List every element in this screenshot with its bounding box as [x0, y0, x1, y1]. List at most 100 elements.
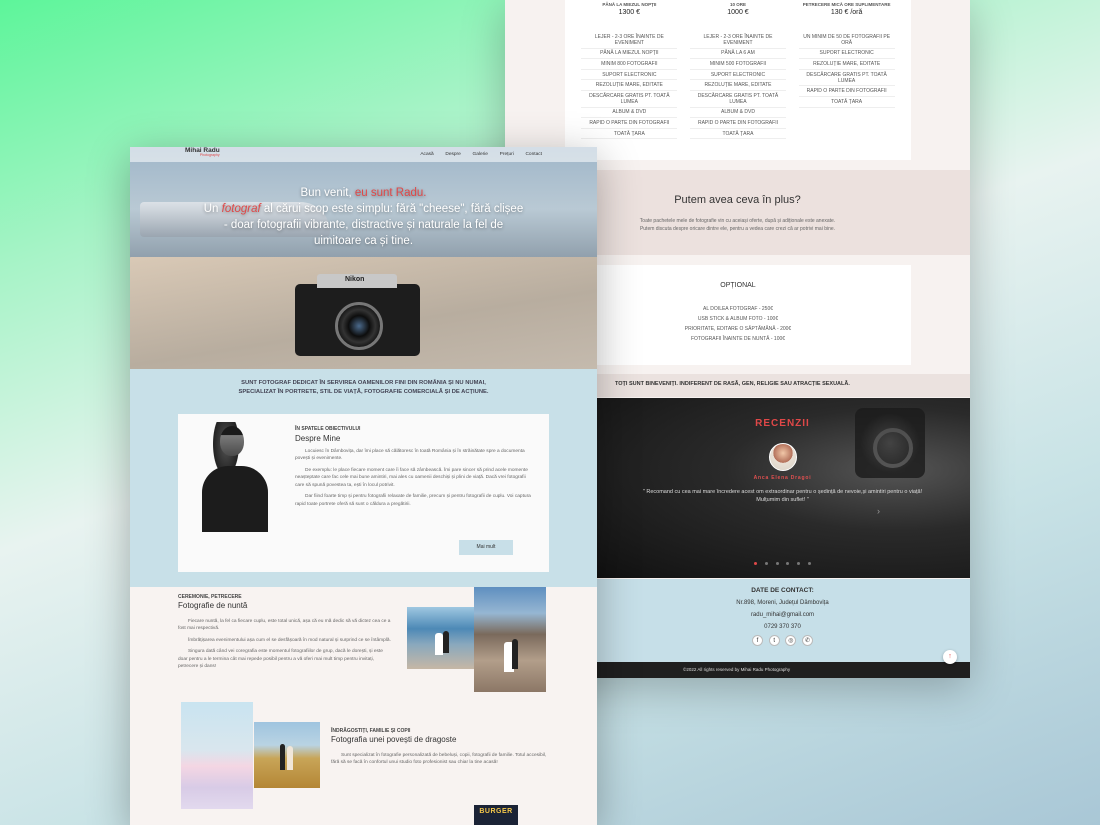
- whatsapp-icon[interactable]: ✆: [802, 635, 813, 646]
- wedding-body: Fiecare nuntă, la fel ca fiecare cuplu, …: [178, 618, 393, 671]
- wedding-paragraph: Singura dată când vei coregrafia este mo…: [178, 649, 383, 670]
- plan-feature: Album & DVD: [689, 108, 786, 119]
- plan-feature: Rapid o parte din fotografii: [798, 86, 895, 97]
- love-story-section: Îndrăgostiți, familie și copii Fotografi…: [331, 728, 551, 771]
- plan-price: 1000 €: [727, 9, 749, 16]
- plan-feature: Toată țara: [689, 129, 786, 140]
- site-logo[interactable]: Mihai Radu Photography: [185, 147, 220, 157]
- carousel-dot[interactable]: [754, 562, 758, 565]
- plan-feature: Rezoluție mare, editate: [689, 80, 786, 91]
- instagram-icon[interactable]: ◎: [785, 635, 797, 646]
- plan-feature: Album & DVD: [581, 108, 678, 119]
- plan-price: 130 € /oră: [830, 9, 863, 16]
- carousel-dot[interactable]: [786, 562, 790, 565]
- wedding-photo-sea: [407, 607, 477, 669]
- groom-figure: [512, 639, 518, 669]
- plan-feature: Până la 6 AM: [689, 49, 786, 60]
- plan-feature: Suport electronic: [798, 49, 895, 60]
- plan-name: Până la miezul nopții: [602, 2, 657, 7]
- optional-item: USB stick & album foto - 100€: [697, 316, 779, 322]
- portrait-head: [220, 426, 244, 456]
- about-kicker: În spatele obiectivului: [295, 426, 361, 432]
- plan-feature: Suport electronic: [581, 70, 678, 81]
- plan-feature: Rapid o parte din fotografii: [689, 118, 786, 129]
- wedding-paragraph: Îmbrățișarea evenimentului așa cum el se…: [188, 637, 391, 643]
- optional-card: Opțional Al doilea fotograf - 250€ USB s…: [565, 265, 911, 365]
- twitter-icon[interactable]: t: [768, 635, 780, 646]
- arrow-up-icon[interactable]: ↑: [943, 650, 957, 664]
- nav-link-home[interactable]: Acasă: [420, 152, 433, 157]
- intro-band: Sunt fotograf dedicat în servirea oameni…: [130, 369, 597, 587]
- carousel-dot[interactable]: [764, 562, 768, 565]
- optional-item: Prioritate, editare o săptămână - 200€: [684, 326, 792, 332]
- about-paragraph: Locuiesc în Dâmbovița, dar îmi place să …: [295, 449, 525, 462]
- nav-link-pricing[interactable]: Prețuri: [500, 152, 514, 157]
- child-photo: [181, 702, 253, 809]
- facebook-icon[interactable]: f: [751, 635, 763, 646]
- optional-title: Opțional: [720, 282, 756, 289]
- contact-phone[interactable]: 0729 370 370: [595, 624, 970, 630]
- wedding-title: Fotografie de nuntă: [178, 601, 248, 610]
- nav-link-gallery[interactable]: Galerie: [473, 152, 488, 157]
- burger-photo: BURGER: [474, 805, 518, 825]
- footer-copyright: ©2022 All rights reserved by Mihai Radu …: [595, 662, 970, 678]
- contact-section: Date de contact: Nr.898, Moreni, Județul…: [595, 579, 970, 662]
- love-body: Sunt specializat în fotografie personali…: [331, 752, 551, 767]
- reviewer-avatar: [768, 443, 797, 471]
- optional-item: Fotografii înainte de nuntă - 100€: [690, 336, 786, 342]
- wedding-paragraph: Fiecare nuntă, la fel ca fiecare cuplu, …: [178, 619, 391, 632]
- hero-headline: Bun venit, eu sunt Radu. Un fotograf al …: [170, 185, 557, 249]
- love-paragraph: Sunt specializat în fotografie personali…: [331, 753, 547, 766]
- carousel-dots: [595, 561, 970, 567]
- groom-figure: [443, 631, 449, 653]
- plan-name: Petrecere mică ore suplimentare: [802, 2, 891, 7]
- plan-feature: Un minim de 50 de fotografii pe oră: [798, 32, 895, 49]
- pricing-plan-extra-hours: Petrecere mică ore suplimentare 130 € /o…: [798, 2, 895, 160]
- nav-link-contact[interactable]: Contact: [525, 152, 542, 157]
- social-links: f t ◎ ✆: [595, 635, 970, 646]
- nav-link-about[interactable]: Despre: [445, 152, 460, 157]
- plan-feature: Minim 500 fotografii: [689, 59, 786, 70]
- wedding-kicker: Ceremonie, petrecere: [178, 594, 242, 600]
- pricing-plan-10-hours: 10 ore 1000 € Lejer - 2-3 ore înainte de…: [689, 2, 786, 160]
- plan-name: 10 ore: [729, 2, 746, 7]
- pricing-card: Până la miezul nopții 1300 € Lejer - 2-3…: [565, 0, 911, 160]
- portrait-photo: [190, 422, 268, 532]
- logo-subtitle: Photography: [199, 152, 220, 157]
- reviews-section: RECENZII Anca Elena Dragoi " Recomand cu…: [595, 398, 970, 578]
- plan-feature: Lejer - 2-3 ore înainte de eveniment: [581, 32, 678, 49]
- contact-email[interactable]: radu_mihai@gmail.com: [595, 612, 970, 618]
- plan-feature: Rezoluție mare, editate: [798, 59, 895, 70]
- wedding-photo-rocks: [474, 587, 546, 692]
- nav-links: Acasă Despre Galerie Prețuri Contact: [410, 151, 542, 157]
- plan-feature: Toată țara: [581, 129, 678, 140]
- couple-figure: [280, 744, 285, 770]
- plan-feature: Toată țara: [798, 97, 895, 108]
- camera-brand: Nikon: [345, 276, 365, 283]
- hero-text: uimitoare ca și tine.: [313, 235, 414, 248]
- navbar: Mihai Radu Photography Acasă Despre Gale…: [130, 147, 597, 162]
- hero-text: Un: [203, 203, 222, 216]
- about-body: Locuiesc în Dâmbovița, dar îmi place să …: [295, 448, 535, 512]
- hero-accent: fotograf: [221, 203, 261, 216]
- plan-feature: Până la miezul nopții: [581, 49, 678, 60]
- love-title: Fotografia unei povești de dragoste: [331, 735, 457, 744]
- plan-feature: Descărcare gratis pt. toată lumea: [689, 91, 786, 108]
- carousel-dot[interactable]: [807, 562, 811, 565]
- plan-feature: Descărcare gratis pt. toată lumea: [581, 91, 678, 108]
- contact-title: Date de contact:: [751, 587, 814, 594]
- carousel-dot[interactable]: [775, 562, 779, 565]
- plan-feature: Lejer - 2-3 ore înainte de eveniment: [689, 32, 786, 49]
- about-paragraph: De exemplu: le place fiecare moment care…: [295, 467, 528, 488]
- bride-figure: [435, 633, 443, 655]
- plan-feature: Descărcare gratis pt. toată lumea: [798, 70, 895, 87]
- more-button[interactable]: Mai mult: [459, 540, 513, 555]
- carousel-dot[interactable]: [797, 562, 800, 565]
- intro-line: specializat în portrete, stil de viață, …: [238, 388, 489, 395]
- hero-text: - doar fotografii vibrante, distractive …: [223, 219, 504, 232]
- review-quote: " Recomand cu cea mai mare încredere ace…: [642, 489, 923, 504]
- chevron-right-icon[interactable]: ›: [877, 506, 880, 516]
- plan-feature: Rezoluție mare, editate: [581, 80, 678, 91]
- hero-text: al cărui scop este simplu: fără "cheese"…: [260, 203, 524, 216]
- about-title: Despre Mine: [295, 434, 341, 443]
